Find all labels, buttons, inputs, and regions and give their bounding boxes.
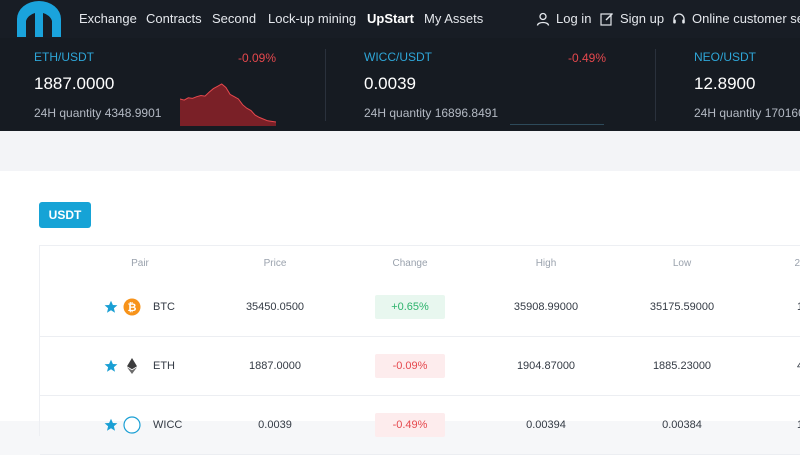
high-cell: 0.00394 (526, 419, 566, 431)
ticker-pair: WICC/USDT (364, 50, 432, 64)
customer-service-link[interactable]: Online customer serv (672, 11, 800, 26)
pair-symbol: WICC (153, 419, 183, 431)
table-row[interactable]: WICC 0.0039 -0.49% 0.00394 0.00384 1 (40, 396, 800, 455)
ticker-price: 1887.0000 (34, 74, 115, 93)
ticker-quantity: 24H quantity 16896.8491 (364, 106, 499, 120)
ticker-pair: ETH/USDT (34, 50, 94, 64)
change-badge: +0.65% (375, 295, 445, 319)
col-change: Change (392, 258, 428, 269)
top-nav: Exchange Contracts Second Lock-up mining… (0, 0, 800, 38)
table-row[interactable]: ETH 1887.0000 -0.09% 1904.87000 1885.230… (40, 337, 800, 396)
eth-icon (127, 358, 137, 374)
user-icon (536, 12, 550, 26)
nav-upstart[interactable]: UpStart (367, 11, 414, 26)
ticker-change: -0.09% (238, 51, 277, 65)
ticker-pair: NEO/USDT (694, 50, 757, 64)
ticker-quantity: 24H quantity 170160 (694, 106, 800, 120)
ticker-price: 0.0039 (364, 74, 416, 93)
ticker-divider (655, 49, 656, 121)
col-high: High (535, 258, 557, 269)
change-badge: -0.09% (375, 354, 445, 378)
logo-icon[interactable] (14, 1, 64, 37)
col-price: Price (263, 258, 287, 269)
price-cell: 0.0039 (258, 419, 292, 431)
ticker-sparkline (180, 83, 276, 126)
wicc-icon (123, 416, 141, 434)
headset-icon (673, 12, 685, 23)
col-pair: Pair (131, 258, 149, 269)
nav-second[interactable]: Second (212, 11, 256, 26)
col-low: Low (672, 258, 692, 269)
market-table: Pair Price Change High Low 24 ₿ BTC 3545… (39, 245, 800, 455)
high-cell: 35908.99000 (513, 301, 579, 313)
ticker-sparkline-flat (510, 124, 604, 125)
usdt-tab-button[interactable]: USDT (39, 202, 91, 228)
nav-my-assets[interactable]: My Assets (424, 11, 483, 26)
table-row[interactable]: ₿ BTC 35450.0500 +0.65% 35908.99000 3517… (40, 278, 800, 337)
ticker-neo[interactable]: NEO/USDT 12.8900 24H quantity 170160 (694, 38, 800, 131)
ticker-quantity: 24H quantity 4348.9901 (34, 106, 162, 120)
star-icon[interactable] (104, 418, 118, 432)
price-cell: 35450.0500 (245, 301, 305, 313)
svg-text:₿: ₿ (128, 302, 137, 314)
low-cell: 1885.23000 (652, 360, 712, 372)
nav-lockup-mining[interactable]: Lock-up mining (268, 11, 356, 26)
signup-link[interactable]: Sign up (600, 11, 664, 26)
sub-band (0, 131, 800, 171)
ticker-wicc[interactable]: WICC/USDT -0.49% 0.0039 24H quantity 168… (364, 38, 624, 131)
high-cell: 1904.87000 (516, 360, 576, 372)
ticker-change: -0.49% (568, 51, 607, 65)
pair-symbol: ETH (153, 360, 175, 372)
customer-service-label: Online customer serv (692, 11, 800, 26)
pair-symbol: BTC (153, 301, 175, 313)
nav-contracts[interactable]: Contracts (146, 11, 202, 26)
login-label: Log in (556, 11, 592, 26)
signup-label: Sign up (620, 11, 665, 26)
ticker-price: 12.8900 (694, 74, 756, 93)
col-volume: 24 (794, 258, 800, 269)
btc-icon: ₿ (123, 298, 141, 316)
price-cell: 1887.0000 (249, 360, 301, 372)
change-badge: -0.49% (375, 413, 445, 437)
star-icon[interactable] (104, 300, 118, 314)
edit-icon (600, 12, 613, 26)
ticker-eth[interactable]: ETH/USDT -0.09% 1887.0000 24H quantity 4… (34, 38, 294, 131)
low-cell: 35175.59000 (649, 301, 715, 313)
ticker-bar: ETH/USDT -0.09% 1887.0000 24H quantity 4… (0, 38, 800, 131)
star-icon[interactable] (104, 359, 118, 373)
login-link[interactable]: Log in (536, 11, 591, 26)
nav-exchange[interactable]: Exchange (79, 11, 137, 26)
ticker-divider (325, 49, 326, 121)
low-cell: 0.00384 (662, 419, 702, 431)
